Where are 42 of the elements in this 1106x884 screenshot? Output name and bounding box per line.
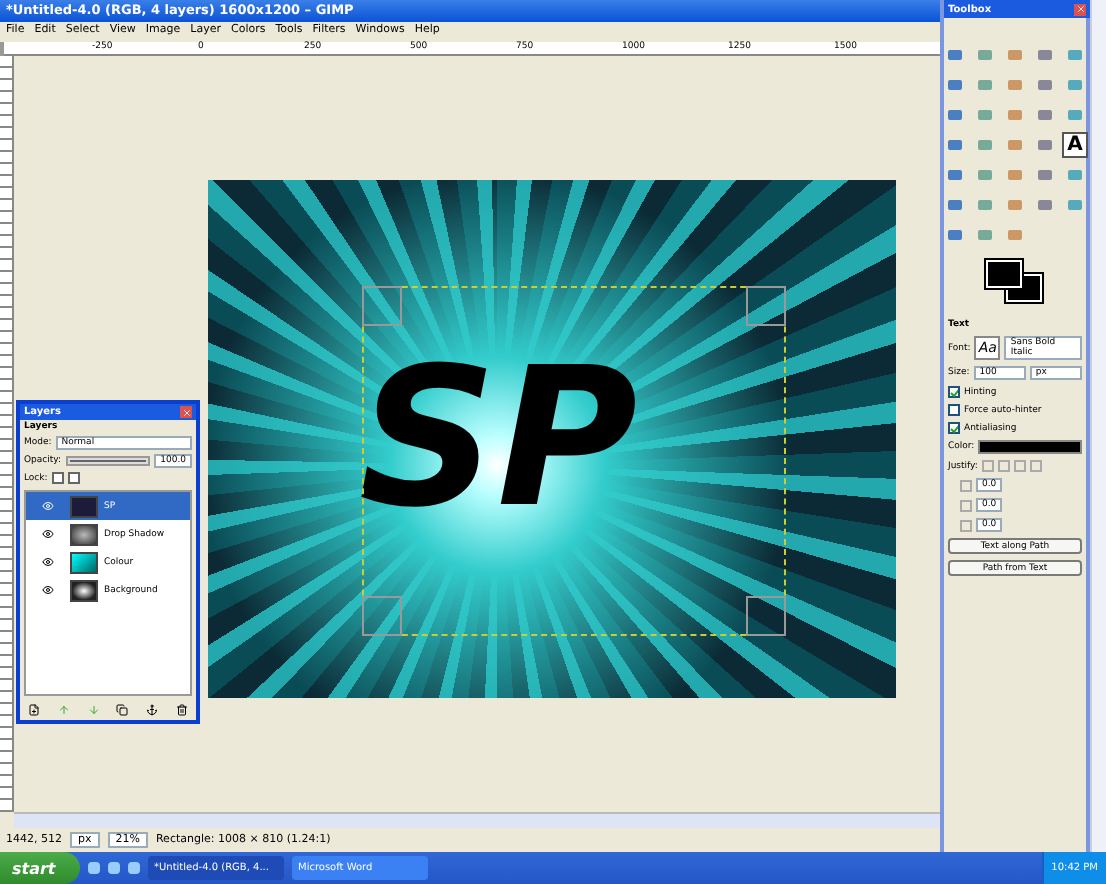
checkbox[interactable]	[948, 422, 960, 434]
raise-button[interactable]	[57, 704, 70, 716]
horizontal-scrollbar[interactable]	[14, 812, 940, 828]
page-icon	[28, 704, 41, 716]
selection-marquee[interactable]	[362, 286, 786, 636]
eye-icon[interactable]	[42, 584, 54, 596]
layer-thumbnail	[70, 523, 98, 545]
corner-handle[interactable]	[362, 286, 402, 326]
layer-thumbnail	[70, 551, 98, 573]
delete-button[interactable]	[175, 704, 188, 716]
ruler-corner	[0, 42, 4, 56]
anchor-button[interactable]	[145, 704, 158, 716]
close-button[interactable]	[1074, 3, 1086, 15]
check-icon	[950, 423, 958, 433]
lower-button[interactable]	[87, 704, 100, 716]
duplicate-button[interactable]	[116, 704, 129, 716]
trash-icon	[175, 704, 188, 716]
new-layer-button[interactable]	[28, 704, 41, 716]
eye-icon[interactable]	[42, 556, 54, 568]
close-button[interactable]	[180, 406, 192, 418]
vertical-scrollbar[interactable]	[1090, 0, 1106, 852]
color-button[interactable]	[978, 440, 1082, 454]
anchor-icon	[145, 704, 158, 716]
opacity-slider[interactable]	[65, 456, 151, 466]
layer-thumbnail	[70, 579, 98, 601]
corner-handle[interactable]	[746, 596, 786, 636]
lock-checkbox[interactable]	[51, 472, 64, 484]
lock-checkbox[interactable]	[67, 472, 80, 484]
check-icon	[950, 387, 958, 397]
tool-button[interactable]: A	[1062, 132, 1088, 158]
up-arrow-icon	[57, 704, 70, 716]
checkbox[interactable]	[948, 404, 960, 416]
image-text: SP	[356, 328, 640, 550]
layer-thumbnail	[70, 495, 98, 517]
copy-icon	[116, 704, 129, 716]
foreground-color-swatch[interactable]	[985, 260, 1021, 288]
corner-handle[interactable]	[362, 596, 402, 636]
checkbox[interactable]	[948, 386, 960, 398]
down-arrow-icon	[87, 704, 100, 716]
eye-icon[interactable]	[42, 528, 54, 540]
corner-handle[interactable]	[746, 286, 786, 326]
start-button[interactable]: start	[0, 852, 80, 884]
